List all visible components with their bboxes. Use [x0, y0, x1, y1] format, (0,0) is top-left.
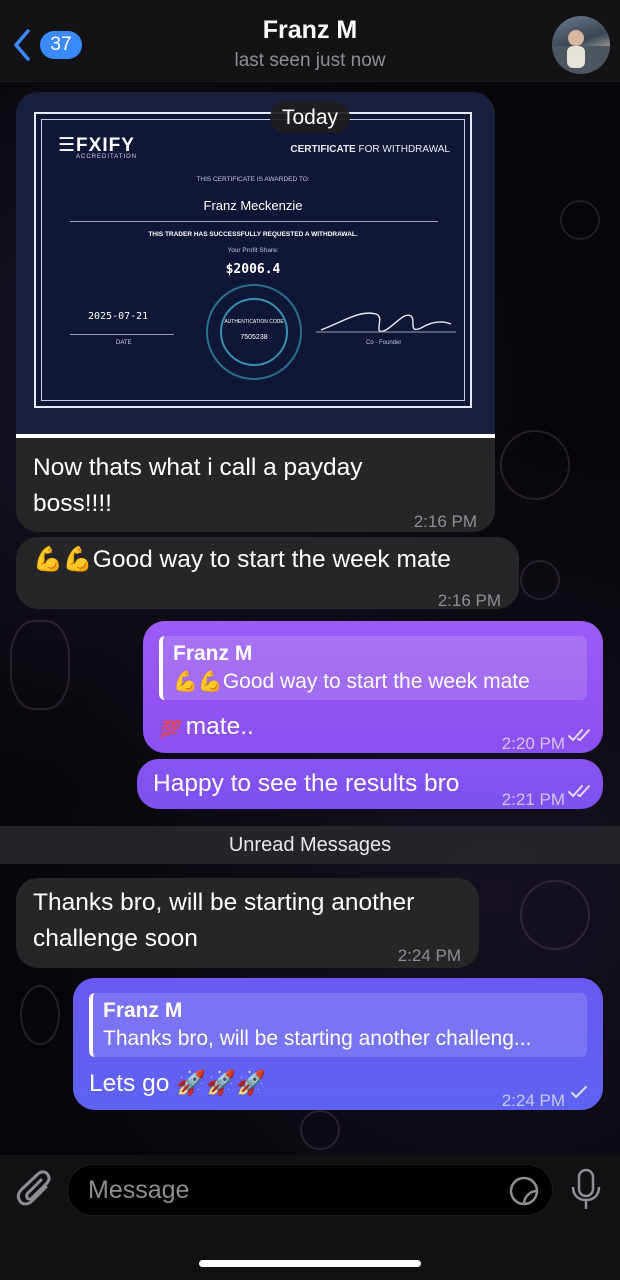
seal-code: 7505238 — [240, 334, 268, 341]
certificate-heading: CERTIFICATE FOR WITHDRAWAL — [290, 144, 450, 155]
flexed-biceps-icon: 💪💪 — [33, 546, 93, 573]
message-text: Now thats what i call a payday boss!!!! — [33, 454, 363, 517]
check-icon — [571, 1086, 587, 1099]
message-content: 💪💪Good way to start the week mate — [33, 542, 451, 578]
message-content: Lets go 🚀🚀🚀 — [89, 1066, 266, 1102]
message-bubble-outgoing[interactable]: Happy to see the results bro 2:21 PM — [137, 759, 603, 809]
message-text: Lets go — [89, 1070, 170, 1097]
double-check-icon — [568, 729, 590, 742]
certificate-date: 2025-07-21 — [88, 311, 149, 322]
microphone-icon[interactable] — [566, 1167, 606, 1213]
message-placeholder: Message — [88, 1176, 190, 1204]
reply-snippet-text: Good way to start the week mate — [222, 670, 530, 693]
double-check-icon — [568, 785, 590, 798]
doodle-shape — [20, 985, 60, 1045]
chat-title[interactable]: Franz M — [0, 16, 620, 45]
awarded-to-label: THIS CERTIFICATE IS AWARDED TO: — [196, 176, 310, 183]
avatar-photo-icon — [552, 30, 610, 74]
reply-snippet: 💪💪Good way to start the week mate — [173, 668, 577, 696]
logo-subtitle: ACCREDITATION — [76, 154, 138, 160]
message-content: 💯 mate.. — [159, 709, 254, 748]
reply-quote[interactable]: Franz M 💪💪Good way to start the week mat… — [159, 636, 587, 700]
message-text: Happy to see the results bro — [153, 770, 460, 797]
reply-author: Franz M — [173, 642, 253, 665]
image-divider — [16, 434, 495, 438]
flexed-biceps-icon: 💪💪 — [173, 671, 223, 693]
name-underline — [70, 221, 438, 222]
unread-messages-divider: Unread Messages — [0, 826, 620, 864]
doodle-heart — [300, 1110, 340, 1150]
recipient-name: Franz Meckenzie — [203, 198, 303, 213]
doodle-swirl — [560, 200, 600, 240]
profit-amount: $2006.4 — [225, 262, 281, 277]
seal-inner-ring — [220, 298, 288, 366]
seal-label: AUTHENTICATION CODE — [224, 319, 284, 325]
message-bubble-outgoing[interactable]: Franz M 💪💪Good way to start the week mat… — [143, 621, 603, 753]
chat-header: 37 Franz M last seen just now — [0, 0, 620, 82]
message-text: mate.. — [185, 713, 254, 740]
doodle-ball — [520, 880, 590, 950]
logo-mark-icon: ☰ — [58, 135, 77, 156]
doodle-circle — [500, 430, 570, 500]
message-bubble-outgoing[interactable]: Franz M Thanks bro, will be starting ano… — [73, 978, 603, 1110]
home-indicator[interactable] — [199, 1260, 421, 1267]
message-time: 2:16 PM — [437, 591, 501, 610]
message-time: 2:16 PM — [413, 512, 477, 531]
hundred-points-icon: 💯 — [159, 721, 179, 738]
date-divider: Today — [270, 102, 350, 133]
heading-bold: CERTIFICATE — [290, 144, 356, 155]
profit-label: Your Profit Share: — [227, 247, 279, 254]
date-label: DATE — [116, 340, 132, 346]
message-bubble-incoming[interactable]: Thanks bro, will be starting another cha… — [16, 878, 479, 968]
message-time: 2:24 PM — [397, 946, 461, 965]
certificate: ☰FXIFY ACCREDITATION CERTIFICATE FOR WIT… — [34, 112, 472, 408]
message-time: 2:24 PM — [501, 1091, 565, 1110]
authentication-seal: AUTHENTICATION CODE 7505238 — [206, 284, 302, 380]
message-input[interactable]: Message — [67, 1164, 553, 1216]
certificate-image[interactable]: ☰FXIFY ACCREDITATION CERTIFICATE FOR WIT… — [16, 92, 495, 438]
doodle-dino — [10, 620, 70, 710]
message-bubble-incoming[interactable]: Now thats what i call a payday boss!!!! … — [16, 434, 495, 532]
message-bubble-incoming[interactable]: 💪💪Good way to start the week mate 2:16 P… — [16, 537, 519, 610]
doodle-circle — [520, 560, 560, 600]
date-underline — [70, 334, 174, 335]
reply-quote[interactable]: Franz M Thanks bro, will be starting ano… — [89, 993, 587, 1057]
message-text: Good way to start the week mate — [92, 546, 451, 573]
withdrawal-statement: THIS TRADER HAS SUCCESSFULLY REQUESTED A… — [148, 231, 358, 238]
attachment-icon[interactable] — [16, 1169, 56, 1213]
message-time: 2:21 PM — [501, 790, 565, 809]
logo-text: FXIFY — [76, 135, 135, 156]
sticker-icon[interactable] — [508, 1175, 540, 1207]
avatar[interactable] — [552, 16, 610, 74]
rocket-icon: 🚀🚀🚀 — [176, 1070, 266, 1097]
heading-rest: FOR WITHDRAWAL — [355, 144, 451, 155]
message-time: 2:20 PM — [501, 734, 565, 753]
reply-snippet: Thanks bro, will be starting another cha… — [103, 1027, 532, 1050]
last-seen-status: last seen just now — [234, 50, 386, 71]
cofounder-label: Co - Founder — [366, 340, 402, 346]
reply-author: Franz M — [103, 999, 183, 1022]
signature-icon — [316, 312, 456, 333]
